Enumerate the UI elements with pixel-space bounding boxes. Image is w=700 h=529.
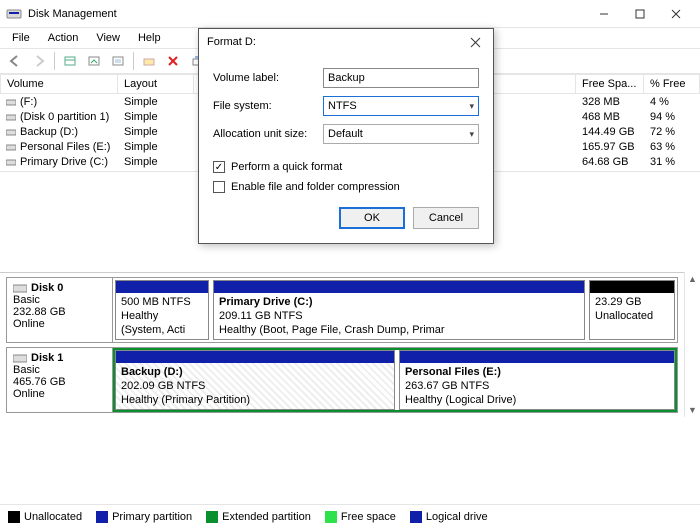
window-title: Disk Management: [28, 8, 586, 20]
legend-free: Free space: [341, 511, 396, 523]
menu-action[interactable]: Action: [40, 30, 87, 46]
disk0-part2[interactable]: 23.29 GBUnallocated: [589, 280, 675, 340]
checkbox-unchecked-icon: [213, 181, 225, 193]
chevron-down-icon: ▾: [469, 129, 474, 140]
disk-0-row: Disk 0 Basic 232.88 GB Online 500 MB NTF…: [6, 277, 678, 343]
alloc-size-select[interactable]: Default▾: [323, 124, 479, 144]
file-system-label: File system:: [213, 100, 323, 112]
menu-file[interactable]: File: [4, 30, 38, 46]
file-system-select[interactable]: NTFS▾: [323, 96, 479, 116]
volume-label-label: Volume label:: [213, 72, 323, 84]
col-volume[interactable]: Volume: [0, 74, 118, 94]
disk-0-info[interactable]: Disk 0 Basic 232.88 GB Online: [7, 278, 113, 342]
delete-icon[interactable]: [162, 50, 184, 72]
checkbox-checked-icon: ✓: [213, 161, 225, 173]
alloc-size-label: Allocation unit size:: [213, 128, 323, 140]
scroll-up-icon[interactable]: ▲: [688, 274, 697, 284]
titlebar: Disk Management: [0, 0, 700, 28]
disk1-part1[interactable]: Personal Files (E:)263.67 GB NTFSHealthy…: [399, 350, 675, 410]
disk-layout-pane: Disk 0 Basic 232.88 GB Online 500 MB NTF…: [0, 272, 684, 417]
minimize-button[interactable]: [586, 4, 622, 24]
disk0-part1[interactable]: Primary Drive (C:)209.11 GB NTFSHealthy …: [213, 280, 585, 340]
ok-button[interactable]: OK: [339, 207, 405, 229]
disk-1-row: Disk 1 Basic 465.76 GB Online Backup (D:…: [6, 347, 678, 413]
forward-button[interactable]: [28, 50, 50, 72]
back-button[interactable]: [4, 50, 26, 72]
disk0-part0[interactable]: 500 MB NTFSHealthy (System, Acti: [115, 280, 209, 340]
scroll-down-icon[interactable]: ▼: [688, 405, 697, 415]
dialog-close-button[interactable]: [465, 32, 485, 52]
compression-checkbox[interactable]: Enable file and folder compression: [213, 177, 479, 197]
col-freespace[interactable]: Free Spa...: [576, 74, 644, 94]
legend-primary: Primary partition: [112, 511, 192, 523]
disk-1-info[interactable]: Disk 1 Basic 465.76 GB Online: [7, 348, 113, 412]
maximize-button[interactable]: [622, 4, 658, 24]
legend-unallocated: Unallocated: [24, 511, 82, 523]
legend: Unallocated Primary partition Extended p…: [0, 504, 700, 529]
menu-help[interactable]: Help: [130, 30, 169, 46]
cancel-button[interactable]: Cancel: [413, 207, 479, 229]
scrollbar[interactable]: ▲ ▼: [684, 272, 700, 417]
menu-view[interactable]: View: [88, 30, 128, 46]
legend-extended: Extended partition: [222, 511, 311, 523]
col-pctfree[interactable]: % Free: [644, 74, 700, 94]
chevron-down-icon: ▾: [469, 101, 474, 112]
format-dialog: Format D: Volume label: File system: NTF…: [198, 28, 494, 244]
dialog-title: Format D:: [207, 36, 465, 48]
col-layout[interactable]: Layout: [118, 74, 194, 94]
toolbar-icon-4[interactable]: [138, 50, 160, 72]
volume-label-input[interactable]: [323, 68, 479, 88]
close-button[interactable]: [658, 4, 694, 24]
legend-logical: Logical drive: [426, 511, 488, 523]
toolbar-icon-3[interactable]: [107, 50, 129, 72]
disk1-part0[interactable]: Backup (D:)202.09 GB NTFSHealthy (Primar…: [115, 350, 395, 410]
toolbar-icon-1[interactable]: [59, 50, 81, 72]
quick-format-checkbox[interactable]: ✓ Perform a quick format: [213, 157, 479, 177]
app-icon: [6, 6, 22, 22]
refresh-button[interactable]: [83, 50, 105, 72]
